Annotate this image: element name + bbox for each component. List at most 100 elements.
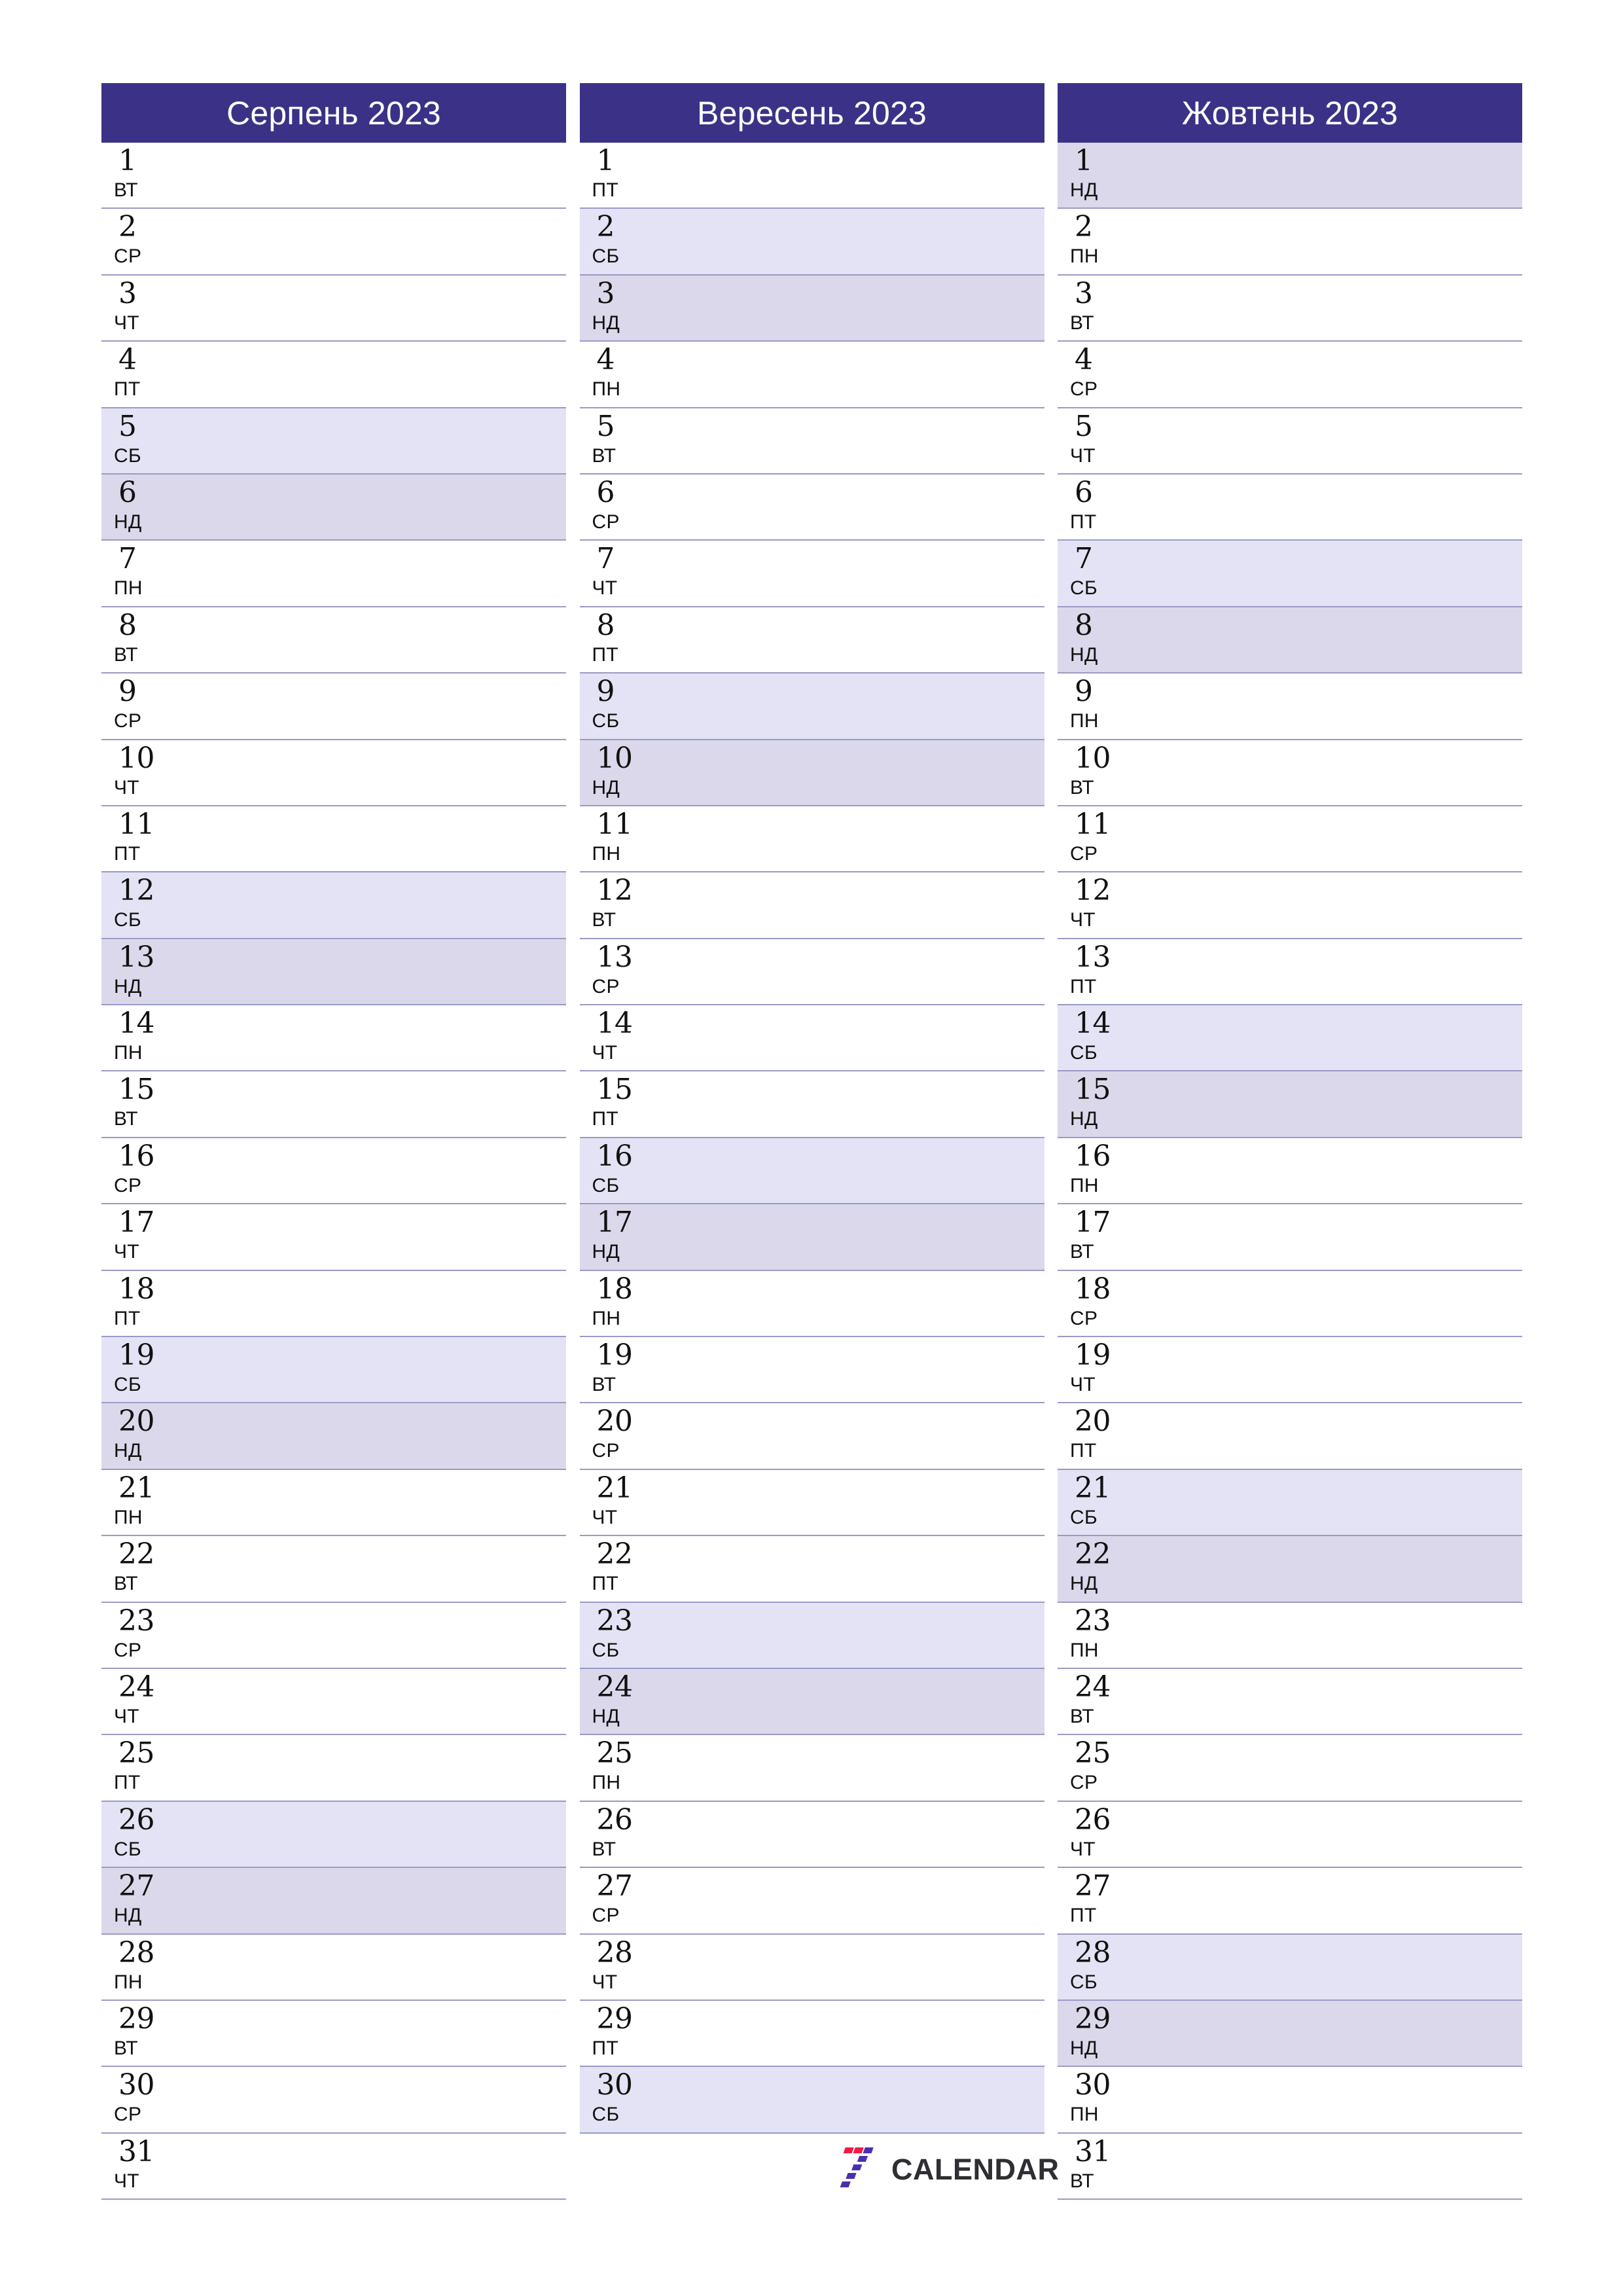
day-row[interactable]: 12 ВТ bbox=[579, 872, 1044, 939]
day-row[interactable]: 1 НД bbox=[1058, 143, 1522, 209]
day-row[interactable]: 31 ЧТ bbox=[101, 2133, 566, 2200]
day-row[interactable]: 27 НД bbox=[101, 1868, 566, 1935]
day-row[interactable]: 27 СР bbox=[579, 1868, 1044, 1935]
day-row[interactable]: 25 СР bbox=[1058, 1735, 1522, 1802]
day-row[interactable]: 7 ПН bbox=[101, 541, 566, 607]
day-row[interactable]: 15 ПТ bbox=[579, 1071, 1044, 1138]
day-number: 17 bbox=[1075, 1206, 1111, 1240]
day-row[interactable]: 6 ПТ bbox=[1058, 474, 1522, 541]
day-row[interactable]: 22 ВТ bbox=[101, 1536, 566, 1603]
day-row[interactable]: 17 НД bbox=[579, 1204, 1044, 1271]
day-row[interactable]: 10 ВТ bbox=[1058, 740, 1522, 806]
day-row[interactable]: 24 НД bbox=[579, 1668, 1044, 1736]
day-row[interactable]: 18 ПН bbox=[579, 1270, 1044, 1338]
day-row[interactable]: 19 ВТ bbox=[579, 1337, 1044, 1404]
day-row[interactable]: 14 ПН bbox=[101, 1005, 566, 1072]
day-number: 1 bbox=[596, 144, 615, 177]
day-row[interactable]: 21 ПН bbox=[101, 1469, 566, 1537]
day-row[interactable]: 2 СБ bbox=[579, 209, 1044, 276]
day-row[interactable]: 16 СР bbox=[101, 1138, 566, 1205]
day-row[interactable]: 9 СР bbox=[101, 673, 566, 740]
day-row[interactable]: 29 ВТ bbox=[101, 2000, 566, 2068]
day-row[interactable]: 7 СБ bbox=[1058, 541, 1522, 607]
day-row[interactable]: 14 ЧТ bbox=[579, 1005, 1044, 1072]
day-row[interactable]: 28 СБ bbox=[1058, 1934, 1522, 2001]
day-row[interactable]: 15 НД bbox=[1058, 1071, 1522, 1138]
day-row[interactable]: 20 НД bbox=[101, 1403, 566, 1470]
day-row[interactable]: 12 СБ bbox=[101, 872, 566, 939]
day-row[interactable]: 4 ПТ bbox=[101, 342, 566, 408]
day-row[interactable]: 11 ПН bbox=[579, 806, 1044, 873]
day-row[interactable]: 22 НД bbox=[1058, 1536, 1522, 1603]
day-row[interactable]: 8 ПТ bbox=[579, 607, 1044, 674]
day-row[interactable]: 10 ЧТ bbox=[101, 740, 566, 806]
day-row[interactable]: 10 НД bbox=[579, 740, 1044, 806]
day-row[interactable]: 29 ПТ bbox=[579, 2000, 1044, 2068]
day-weekday-label: ПТ bbox=[592, 1573, 618, 1595]
day-row[interactable]: 31 ВТ bbox=[1058, 2133, 1522, 2200]
day-row[interactable]: 20 СР bbox=[579, 1403, 1044, 1470]
day-row[interactable]: 26 ЧТ bbox=[1058, 1801, 1522, 1869]
day-row[interactable]: 22 ПТ bbox=[579, 1536, 1044, 1603]
day-row[interactable]: 16 СБ bbox=[579, 1138, 1044, 1205]
day-row[interactable]: 28 ЧТ bbox=[579, 1934, 1044, 2001]
day-row[interactable]: 5 ЧТ bbox=[1058, 408, 1522, 475]
day-number: 18 bbox=[596, 1272, 633, 1306]
day-weekday-label: ЧТ bbox=[114, 2170, 139, 2192]
day-row[interactable]: 9 СБ bbox=[579, 673, 1044, 740]
day-row[interactable]: 26 ВТ bbox=[579, 1801, 1044, 1869]
day-row[interactable]: 28 ПН bbox=[101, 1934, 566, 2001]
day-row[interactable]: 24 ВТ bbox=[1058, 1668, 1522, 1736]
day-row[interactable]: 16 ПН bbox=[1058, 1138, 1522, 1205]
day-row[interactable]: 3 НД bbox=[579, 275, 1044, 342]
day-row[interactable]: 11 СР bbox=[1058, 806, 1522, 873]
day-row[interactable]: 17 ЧТ bbox=[101, 1204, 566, 1271]
day-row[interactable]: 27 ПТ bbox=[1058, 1868, 1522, 1935]
day-row[interactable]: 12 ЧТ bbox=[1058, 872, 1522, 939]
day-row[interactable]: 6 СР bbox=[579, 474, 1044, 541]
day-row[interactable]: 5 СБ bbox=[101, 408, 566, 475]
day-row[interactable]: 25 ПТ bbox=[101, 1735, 566, 1802]
day-row[interactable]: 1 ПТ bbox=[579, 143, 1044, 209]
day-row[interactable]: 20 ПТ bbox=[1058, 1403, 1522, 1470]
day-row[interactable]: 1 ВТ bbox=[101, 143, 566, 209]
day-row[interactable]: 26 СБ bbox=[101, 1801, 566, 1869]
day-row[interactable]: 8 ВТ bbox=[101, 607, 566, 674]
day-row[interactable]: 30 СБ bbox=[579, 2067, 1044, 2134]
day-row[interactable]: 21 ЧТ bbox=[579, 1469, 1044, 1537]
day-weekday-label: СР bbox=[114, 710, 142, 732]
day-row[interactable]: 3 ЧТ bbox=[101, 275, 566, 342]
day-row[interactable]: 29 НД bbox=[1058, 2000, 1522, 2068]
day-row[interactable]: 23 ПН bbox=[1058, 1602, 1522, 1669]
day-row[interactable]: 4 СР bbox=[1058, 342, 1522, 408]
day-row[interactable]: 2 ПН bbox=[1058, 209, 1522, 276]
day-row[interactable]: 5 ВТ bbox=[579, 408, 1044, 475]
day-row[interactable]: 14 СБ bbox=[1058, 1005, 1522, 1072]
day-row[interactable]: 7 ЧТ bbox=[579, 541, 1044, 607]
day-row[interactable]: 24 ЧТ bbox=[101, 1668, 566, 1736]
day-row[interactable]: 8 НД bbox=[1058, 607, 1522, 674]
day-row[interactable]: 4 ПН bbox=[579, 342, 1044, 408]
day-row[interactable]: 15 ВТ bbox=[101, 1071, 566, 1138]
day-row[interactable]: 13 СР bbox=[579, 939, 1044, 1006]
day-row[interactable]: 19 СБ bbox=[101, 1337, 566, 1404]
day-number: 22 bbox=[596, 1537, 633, 1571]
day-weekday-label: СБ bbox=[592, 245, 620, 268]
day-row[interactable]: 11 ПТ bbox=[101, 806, 566, 873]
day-row[interactable]: 25 ПН bbox=[579, 1735, 1044, 1802]
day-row[interactable]: 18 СР bbox=[1058, 1270, 1522, 1338]
day-row[interactable]: 3 ВТ bbox=[1058, 275, 1522, 342]
day-row[interactable]: 2 СР bbox=[101, 209, 566, 276]
day-row[interactable]: 13 НД bbox=[101, 939, 566, 1006]
day-row[interactable]: 19 ЧТ bbox=[1058, 1337, 1522, 1404]
day-row[interactable]: 21 СБ bbox=[1058, 1469, 1522, 1537]
day-row[interactable]: 13 ПТ bbox=[1058, 939, 1522, 1006]
day-row[interactable]: 30 СР bbox=[101, 2067, 566, 2134]
day-row[interactable]: 18 ПТ bbox=[101, 1270, 566, 1338]
day-row[interactable]: 30 ПН bbox=[1058, 2067, 1522, 2134]
day-row[interactable]: 23 СБ bbox=[579, 1602, 1044, 1669]
day-row[interactable]: 9 ПН bbox=[1058, 673, 1522, 740]
day-row[interactable]: 6 НД bbox=[101, 474, 566, 541]
day-row[interactable]: 23 СР bbox=[101, 1602, 566, 1669]
day-row[interactable]: 17 ВТ bbox=[1058, 1204, 1522, 1271]
